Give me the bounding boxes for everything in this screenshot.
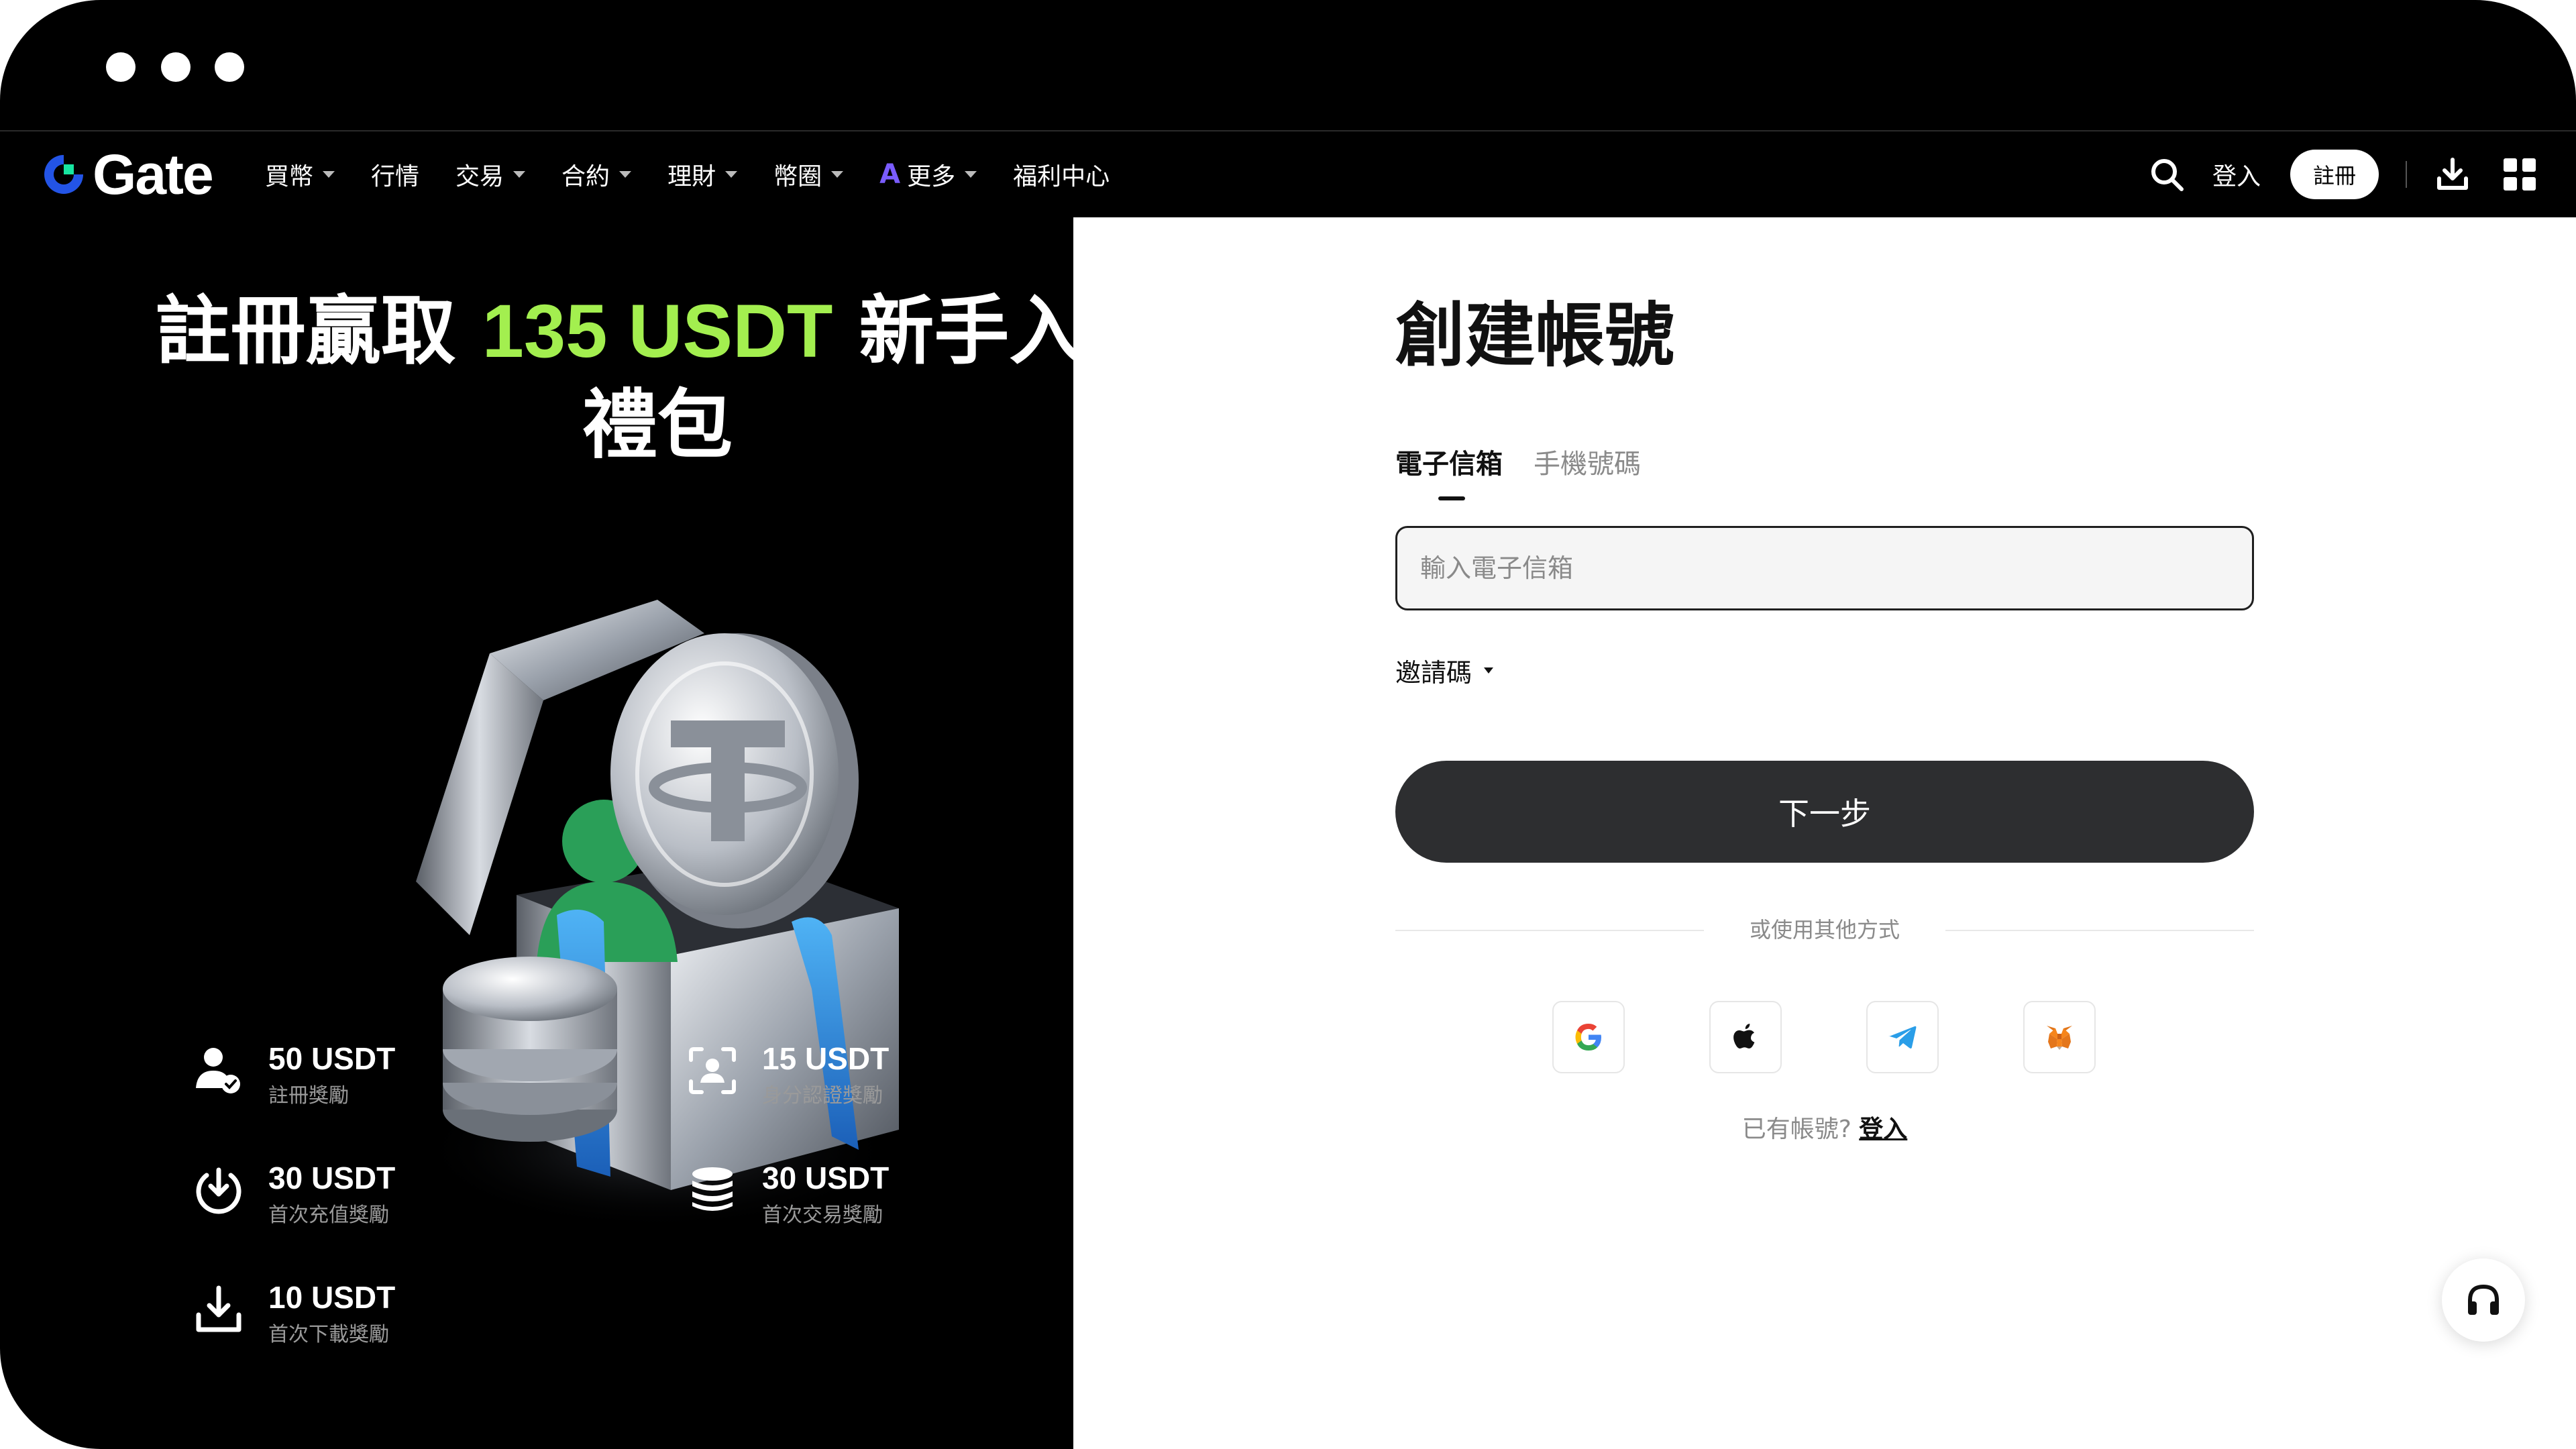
divider-left (1395, 930, 1704, 931)
gate-logo-icon (44, 155, 83, 194)
google-login-button[interactable] (1552, 1001, 1625, 1073)
reward-label: 首次交易獎勵 (762, 1203, 883, 1227)
nav-actions: 登入 註冊 (2148, 131, 2536, 217)
has-account-text: 已有帳號? (1741, 1116, 1851, 1143)
caret-down-icon (1484, 667, 1494, 674)
reward-label: 註冊獎勵 (268, 1084, 349, 1108)
chevron-down-icon (513, 171, 526, 178)
deposit-icon (196, 1167, 241, 1214)
download-icon[interactable] (2434, 156, 2471, 193)
nav-item-buy-crypto[interactable]: 買幣 (265, 157, 335, 192)
ai-sparkle-icon: A (879, 159, 901, 190)
window-dot-maximize[interactable] (215, 52, 244, 82)
divider-right (1945, 930, 2254, 931)
nav-item-markets[interactable]: 行情 (371, 157, 419, 192)
reward-first-deposit: 30 USDT 首次充值獎勵 (193, 1159, 395, 1232)
reward-first-download: 10 USDT 首次下載獎勵 (193, 1279, 395, 1351)
tab-phone[interactable]: 手機號碼 (1534, 443, 1641, 486)
chevron-down-icon (725, 171, 738, 178)
nav-item-label: 買幣 (265, 163, 314, 191)
reward-amount: 30 USDT (762, 1161, 890, 1195)
search-icon[interactable] (2148, 156, 2186, 193)
promo-title-amount: 135 USDT (482, 289, 833, 373)
reward-kyc: 15 USDT 身分認證獎勵 (687, 1040, 889, 1112)
promo-title: 註冊贏取 135 USDT 新手入門 (0, 284, 1073, 378)
invite-code-label: 邀請碼 (1395, 658, 1472, 688)
coins-stack-icon (692, 1167, 733, 1211)
promo-title-line2: 禮包 (582, 382, 733, 469)
chevron-down-icon (323, 171, 335, 178)
window-titlebar (0, 0, 2576, 131)
chevron-down-icon (619, 171, 632, 178)
reward-amount: 10 USDT (268, 1280, 396, 1315)
reward-amount: 30 USDT (268, 1161, 396, 1195)
nav-separator (2406, 161, 2407, 188)
reward-amount: 15 USDT (762, 1041, 890, 1076)
chevron-down-icon (965, 171, 977, 178)
reward-first-trade: 30 USDT 首次交易獎勵 (687, 1159, 889, 1232)
logo-text: Gate (93, 142, 214, 206)
reward-label: 首次充值獎勵 (268, 1203, 389, 1227)
google-icon (1575, 1024, 1601, 1051)
nav-item-web3[interactable]: 幣圈 (773, 157, 844, 192)
promo-title-text: 註冊贏取 (155, 288, 482, 375)
browser-window: Gate 買幣 行情 交易 合約 理財 幣圈 A 更多 福利中心 登入 註冊 註… (0, 0, 2576, 1449)
chevron-down-icon (831, 171, 844, 178)
invite-code-toggle[interactable]: 邀請碼 (1395, 652, 1494, 689)
nav-item-futures[interactable]: 合約 (561, 157, 632, 192)
telegram-login-button[interactable] (1866, 1001, 1939, 1073)
top-navbar: Gate 買幣 行情 交易 合約 理財 幣圈 A 更多 福利中心 登入 註冊 (0, 131, 2576, 217)
email-input[interactable] (1395, 526, 2254, 610)
nav-item-label: 理財 (667, 163, 716, 191)
nav-item-label: 交易 (455, 163, 504, 191)
promo-title-text: 新手入門 (859, 288, 1073, 375)
user-check-icon (196, 1048, 240, 1093)
signup-method-tabs: 電子信箱 手機號碼 (1395, 443, 1672, 486)
next-step-button[interactable]: 下一步 (1395, 761, 2254, 863)
window-dot-close[interactable] (106, 52, 136, 82)
reward-label: 首次下載獎勵 (268, 1323, 389, 1346)
nav-item-label: 合約 (561, 163, 610, 191)
login-link-bottom[interactable]: 登入 (1859, 1116, 1907, 1143)
telegram-icon (1888, 1026, 1917, 1049)
login-link[interactable]: 登入 (2212, 157, 2261, 192)
face-id-icon (689, 1047, 736, 1094)
download-icon (196, 1285, 241, 1332)
customer-support-button[interactable] (2442, 1258, 2525, 1342)
nav-item-label: 福利中心 (1013, 163, 1110, 191)
nav-item-trade[interactable]: 交易 (455, 157, 526, 192)
metamask-login-button[interactable] (2023, 1001, 2096, 1073)
promo-panel: 註冊贏取 135 USDT 新手入門 禮包 (0, 217, 1073, 1449)
apps-grid-icon[interactable] (2504, 158, 2536, 191)
nav-item-label: 行情 (371, 163, 420, 191)
nav-item-more[interactable]: A 更多 (879, 157, 977, 192)
metamask-icon (2047, 1026, 2072, 1050)
nav-item-earn[interactable]: 理財 (667, 157, 738, 192)
active-tab-indicator (1438, 496, 1465, 500)
signup-button[interactable]: 註冊 (2290, 150, 2379, 199)
nav-item-label: 幣圈 (773, 163, 822, 191)
reward-label: 身分認證獎勵 (762, 1084, 883, 1108)
other-methods-label: 或使用其他方式 (1749, 917, 1900, 943)
reward-amount: 50 USDT (268, 1041, 396, 1076)
nav-item-rewards-hub[interactable]: 福利中心 (1013, 157, 1110, 192)
form-title: 創建帳號 (1395, 294, 1675, 376)
reward-signup: 50 USDT 註冊獎勵 (193, 1040, 395, 1112)
nav-item-label: 更多 (907, 163, 956, 191)
nav-menu: 買幣 行情 交易 合約 理財 幣圈 A 更多 福利中心 (265, 131, 1146, 217)
apple-icon (1733, 1024, 1755, 1049)
tab-email[interactable]: 電子信箱 (1395, 443, 1503, 486)
gift-box-illustration (416, 600, 899, 1230)
window-dot-minimize[interactable] (161, 52, 191, 82)
gate-logo[interactable]: Gate (40, 142, 214, 206)
apple-login-button[interactable] (1709, 1001, 1782, 1073)
headset-icon (2468, 1284, 2499, 1315)
has-account-prompt: 已有帳號? 登入 (1637, 1110, 2012, 1150)
